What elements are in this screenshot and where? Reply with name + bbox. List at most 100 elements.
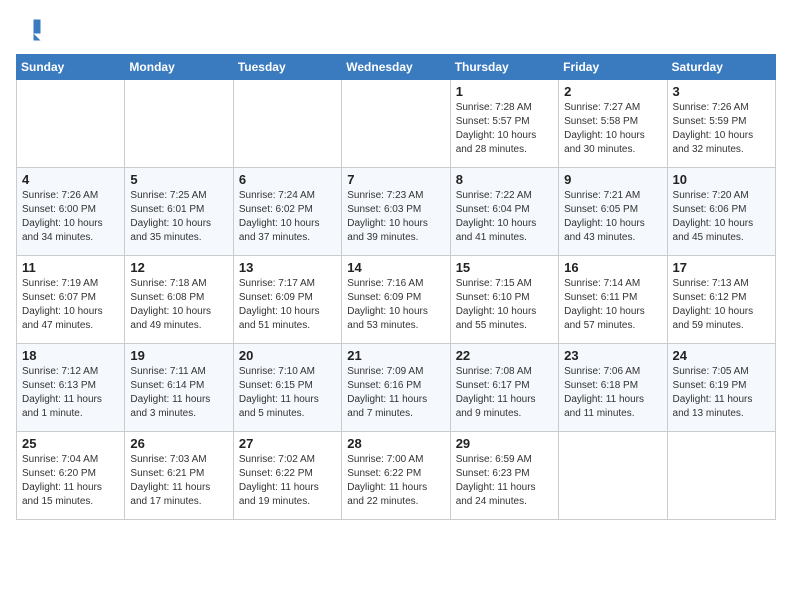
calendar-cell: 10 Sunrise: 7:20 AM Sunset: 6:06 PM Dayli…	[667, 168, 775, 256]
calendar-cell: 18 Sunrise: 7:12 AM Sunset: 6:13 PM Dayli…	[17, 344, 125, 432]
day-content: Sunrise: 7:17 AM Sunset: 6:09 PM Dayligh…	[239, 277, 336, 333]
day-content: Sunrise: 6:59 AM Sunset: 6:23 PM Dayligh…	[456, 453, 553, 509]
calendar-cell: 7 Sunrise: 7:23 AM Sunset: 6:03 PM Daylig…	[342, 168, 450, 256]
day-content: Sunrise: 7:27 AM Sunset: 5:58 PM Dayligh…	[564, 101, 661, 157]
day-content: Sunrise: 7:21 AM Sunset: 6:05 PM Dayligh…	[564, 189, 661, 245]
day-number: 1	[456, 84, 553, 99]
day-content: Sunrise: 7:23 AM Sunset: 6:03 PM Dayligh…	[347, 189, 444, 245]
day-number: 22	[456, 348, 553, 363]
calendar-cell: 13 Sunrise: 7:17 AM Sunset: 6:09 PM Dayli…	[233, 256, 341, 344]
day-number: 27	[239, 436, 336, 451]
calendar-cell: 16 Sunrise: 7:14 AM Sunset: 6:11 PM Dayli…	[559, 256, 667, 344]
day-content: Sunrise: 7:06 AM Sunset: 6:18 PM Dayligh…	[564, 365, 661, 421]
calendar-cell	[125, 80, 233, 168]
day-number: 19	[130, 348, 227, 363]
calendar-cell: 11 Sunrise: 7:19 AM Sunset: 6:07 PM Dayli…	[17, 256, 125, 344]
day-content: Sunrise: 7:28 AM Sunset: 5:57 PM Dayligh…	[456, 101, 553, 157]
calendar-week-3: 11 Sunrise: 7:19 AM Sunset: 6:07 PM Dayli…	[17, 256, 776, 344]
calendar-cell: 4 Sunrise: 7:26 AM Sunset: 6:00 PM Daylig…	[17, 168, 125, 256]
day-number: 26	[130, 436, 227, 451]
day-content: Sunrise: 7:09 AM Sunset: 6:16 PM Dayligh…	[347, 365, 444, 421]
calendar-week-4: 18 Sunrise: 7:12 AM Sunset: 6:13 PM Dayli…	[17, 344, 776, 432]
day-number: 24	[673, 348, 770, 363]
day-content: Sunrise: 7:00 AM Sunset: 6:22 PM Dayligh…	[347, 453, 444, 509]
weekday-header-tuesday: Tuesday	[233, 55, 341, 80]
weekday-header-wednesday: Wednesday	[342, 55, 450, 80]
day-content: Sunrise: 7:20 AM Sunset: 6:06 PM Dayligh…	[673, 189, 770, 245]
calendar-cell: 17Sunrise: 7:13 AM Sunset: 6:12 PM Dayli…	[667, 256, 775, 344]
calendar-cell: 5 Sunrise: 7:25 AM Sunset: 6:01 PM Daylig…	[125, 168, 233, 256]
day-content: Sunrise: 7:03 AM Sunset: 6:21 PM Dayligh…	[130, 453, 227, 509]
day-number: 18	[22, 348, 119, 363]
day-content: Sunrise: 7:12 AM Sunset: 6:13 PM Dayligh…	[22, 365, 119, 421]
day-content: Sunrise: 7:11 AM Sunset: 6:14 PM Dayligh…	[130, 365, 227, 421]
calendar-cell: 15 Sunrise: 7:15 AM Sunset: 6:10 PM Dayli…	[450, 256, 558, 344]
day-content: Sunrise: 7:08 AM Sunset: 6:17 PM Dayligh…	[456, 365, 553, 421]
day-content: Sunrise: 7:26 AM Sunset: 6:00 PM Dayligh…	[22, 189, 119, 245]
calendar-table: SundayMondayTuesdayWednesdayThursdayFrid…	[16, 54, 776, 520]
calendar-cell: 21 Sunrise: 7:09 AM Sunset: 6:16 PM Dayli…	[342, 344, 450, 432]
day-number: 7	[347, 172, 444, 187]
day-number: 12	[130, 260, 227, 275]
weekday-header-thursday: Thursday	[450, 55, 558, 80]
day-number: 11	[22, 260, 119, 275]
page-header	[16, 16, 776, 44]
day-number: 5	[130, 172, 227, 187]
day-content: Sunrise: 7:24 AM Sunset: 6:02 PM Dayligh…	[239, 189, 336, 245]
calendar-cell: 12Sunrise: 7:18 AM Sunset: 6:08 PM Dayli…	[125, 256, 233, 344]
weekday-header-saturday: Saturday	[667, 55, 775, 80]
day-content: Sunrise: 7:15 AM Sunset: 6:10 PM Dayligh…	[456, 277, 553, 333]
day-number: 15	[456, 260, 553, 275]
calendar-cell	[17, 80, 125, 168]
calendar-week-2: 4 Sunrise: 7:26 AM Sunset: 6:00 PM Daylig…	[17, 168, 776, 256]
calendar-cell: 27 Sunrise: 7:02 AM Sunset: 6:22 PM Dayli…	[233, 432, 341, 520]
calendar-cell: 9 Sunrise: 7:21 AM Sunset: 6:05 PM Daylig…	[559, 168, 667, 256]
day-content: Sunrise: 7:04 AM Sunset: 6:20 PM Dayligh…	[22, 453, 119, 509]
day-number: 28	[347, 436, 444, 451]
calendar-cell: 24 Sunrise: 7:05 AM Sunset: 6:19 PM Dayli…	[667, 344, 775, 432]
weekday-header-monday: Monday	[125, 55, 233, 80]
day-content: Sunrise: 7:25 AM Sunset: 6:01 PM Dayligh…	[130, 189, 227, 245]
day-number: 10	[673, 172, 770, 187]
calendar-cell: 2 Sunrise: 7:27 AM Sunset: 5:58 PM Daylig…	[559, 80, 667, 168]
day-content: Sunrise: 7:16 AM Sunset: 6:09 PM Dayligh…	[347, 277, 444, 333]
day-content: Sunrise: 7:05 AM Sunset: 6:19 PM Dayligh…	[673, 365, 770, 421]
calendar-week-5: 25 Sunrise: 7:04 AM Sunset: 6:20 PM Dayli…	[17, 432, 776, 520]
calendar-cell: 14 Sunrise: 7:16 AM Sunset: 6:09 PM Dayli…	[342, 256, 450, 344]
calendar-cell: 6 Sunrise: 7:24 AM Sunset: 6:02 PM Daylig…	[233, 168, 341, 256]
day-content: Sunrise: 7:19 AM Sunset: 6:07 PM Dayligh…	[22, 277, 119, 333]
day-number: 16	[564, 260, 661, 275]
day-number: 6	[239, 172, 336, 187]
calendar-cell: 3 Sunrise: 7:26 AM Sunset: 5:59 PM Daylig…	[667, 80, 775, 168]
day-number: 17	[673, 260, 770, 275]
day-number: 9	[564, 172, 661, 187]
calendar-week-1: 1 Sunrise: 7:28 AM Sunset: 5:57 PM Daylig…	[17, 80, 776, 168]
calendar-cell: 22 Sunrise: 7:08 AM Sunset: 6:17 PM Dayli…	[450, 344, 558, 432]
calendar-cell: 1 Sunrise: 7:28 AM Sunset: 5:57 PM Daylig…	[450, 80, 558, 168]
day-number: 20	[239, 348, 336, 363]
weekday-header-friday: Friday	[559, 55, 667, 80]
day-number: 29	[456, 436, 553, 451]
calendar-cell: 28 Sunrise: 7:00 AM Sunset: 6:22 PM Dayli…	[342, 432, 450, 520]
calendar-cell: 26 Sunrise: 7:03 AM Sunset: 6:21 PM Dayli…	[125, 432, 233, 520]
calendar-cell: 29 Sunrise: 6:59 AM Sunset: 6:23 PM Dayli…	[450, 432, 558, 520]
calendar-cell: 25 Sunrise: 7:04 AM Sunset: 6:20 PM Dayli…	[17, 432, 125, 520]
day-content: Sunrise: 7:10 AM Sunset: 6:15 PM Dayligh…	[239, 365, 336, 421]
day-content: Sunrise: 7:22 AM Sunset: 6:04 PM Dayligh…	[456, 189, 553, 245]
day-number: 3	[673, 84, 770, 99]
day-number: 4	[22, 172, 119, 187]
day-number: 21	[347, 348, 444, 363]
day-content: Sunrise: 7:02 AM Sunset: 6:22 PM Dayligh…	[239, 453, 336, 509]
calendar-cell: 19 Sunrise: 7:11 AM Sunset: 6:14 PM Dayli…	[125, 344, 233, 432]
day-number: 14	[347, 260, 444, 275]
calendar-cell: 20 Sunrise: 7:10 AM Sunset: 6:15 PM Dayli…	[233, 344, 341, 432]
day-number: 2	[564, 84, 661, 99]
calendar-cell: 8Sunrise: 7:22 AM Sunset: 6:04 PM Daylig…	[450, 168, 558, 256]
calendar-cell	[342, 80, 450, 168]
logo-icon	[16, 16, 44, 44]
day-number: 25	[22, 436, 119, 451]
day-number: 13	[239, 260, 336, 275]
day-content: Sunrise: 7:14 AM Sunset: 6:11 PM Dayligh…	[564, 277, 661, 333]
day-content: Sunrise: 7:26 AM Sunset: 5:59 PM Dayligh…	[673, 101, 770, 157]
calendar-cell: 23Sunrise: 7:06 AM Sunset: 6:18 PM Dayli…	[559, 344, 667, 432]
